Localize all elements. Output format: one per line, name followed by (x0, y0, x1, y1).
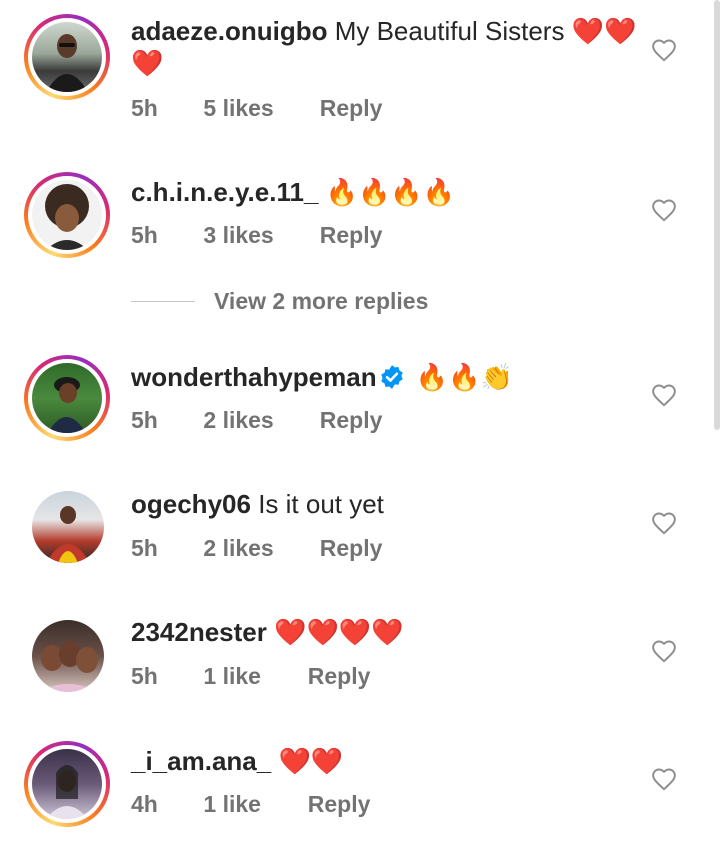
avatar (32, 749, 102, 819)
comment-username[interactable]: c.h.i.n.e.y.e.11_ (131, 177, 318, 207)
avatar-person-icon (46, 765, 88, 819)
comment-time: 5h (131, 222, 158, 248)
comment-text: Is it out yet (258, 489, 384, 519)
avatar-person-icon (45, 184, 89, 250)
comment-meta: 5h 1 like Reply (131, 663, 370, 690)
comment-meta: 5h 3 likes Reply (131, 222, 382, 249)
comment-likes[interactable]: 3 likes (203, 222, 313, 249)
avatar[interactable] (32, 491, 104, 563)
comment-body: ogechy06 Is it out yet (131, 488, 641, 520)
comment-body: c.h.i.n.e.y.e.11_ 🔥🔥🔥🔥 (131, 176, 641, 208)
comment-meta: 4h 1 like Reply (131, 791, 370, 818)
comment-likes[interactable]: 2 likes (203, 535, 313, 562)
comment-time: 5h (131, 535, 158, 561)
comment-time: 4h (131, 791, 158, 817)
comment-time: 5h (131, 95, 158, 121)
heart-outline-icon[interactable] (651, 511, 677, 537)
avatar (32, 180, 102, 250)
comment-emoji: ❤️❤️ (278, 746, 344, 776)
avatar (32, 22, 102, 92)
avatar-person-icon (48, 377, 86, 433)
reply-button[interactable]: Reply (308, 791, 371, 818)
comment-text: My Beautiful Sisters (334, 16, 565, 46)
comment-username[interactable]: adaeze.onuigbo (131, 16, 327, 46)
verified-badge-icon (380, 365, 403, 389)
comment-body: _i_am.ana_ ❤️❤️ (131, 745, 641, 777)
reply-button[interactable]: Reply (320, 407, 383, 434)
avatar-story-ring[interactable] (24, 355, 110, 441)
avatar-person-icon (46, 34, 88, 92)
comment-meta: 5h 5 likes Reply (131, 95, 382, 122)
avatar-group-icon (38, 641, 98, 692)
avatar-story-ring[interactable] (24, 172, 110, 258)
reply-button[interactable]: Reply (320, 535, 383, 562)
avatar (32, 363, 102, 433)
comment-likes[interactable]: 2 likes (203, 407, 313, 434)
view-more-replies-label: View 2 more replies (214, 288, 429, 314)
comment-likes[interactable]: 5 likes (203, 95, 313, 122)
reply-button[interactable]: Reply (320, 222, 383, 249)
scrollbar[interactable] (714, 0, 720, 430)
comment-username[interactable]: wonderthahypeman (131, 362, 377, 392)
comment-time: 5h (131, 663, 158, 689)
view-more-replies-button[interactable]: View 2 more replies (131, 288, 531, 322)
heart-outline-icon[interactable] (651, 198, 677, 224)
reply-button[interactable]: Reply (308, 663, 371, 690)
comment-likes[interactable]: 1 like (203, 791, 301, 818)
comment-emoji: ❤️❤️❤️❤️ (274, 617, 404, 647)
comment-body: 2342nester ❤️❤️❤️❤️ (131, 616, 641, 648)
divider (131, 301, 195, 302)
heart-outline-icon[interactable] (651, 767, 677, 793)
comment-meta: 5h 2 likes Reply (131, 535, 382, 562)
comment-body: wonderthahypeman 🔥🔥👏 (131, 361, 641, 393)
avatar-person-icon (46, 506, 90, 563)
comment-likes[interactable]: 1 like (203, 663, 301, 690)
heart-outline-icon[interactable] (651, 639, 677, 665)
comment-username[interactable]: 2342nester (131, 617, 267, 647)
comment-meta: 5h 2 likes Reply (131, 407, 382, 434)
avatar[interactable] (32, 620, 104, 692)
avatar-story-ring[interactable] (24, 741, 110, 827)
comment-username[interactable]: _i_am.ana_ (131, 746, 271, 776)
reply-button[interactable]: Reply (320, 95, 383, 122)
comment-emoji: 🔥🔥👏 (415, 362, 513, 392)
comment-username[interactable]: ogechy06 (131, 489, 251, 519)
comment-body: adaeze.onuigbo My Beautiful Sisters ❤️❤️… (131, 15, 641, 79)
comment-emoji: 🔥🔥🔥🔥 (325, 177, 456, 207)
heart-outline-icon[interactable] (651, 38, 677, 64)
comment-time: 5h (131, 407, 158, 433)
avatar-story-ring[interactable] (24, 14, 110, 100)
heart-outline-icon[interactable] (651, 383, 677, 409)
